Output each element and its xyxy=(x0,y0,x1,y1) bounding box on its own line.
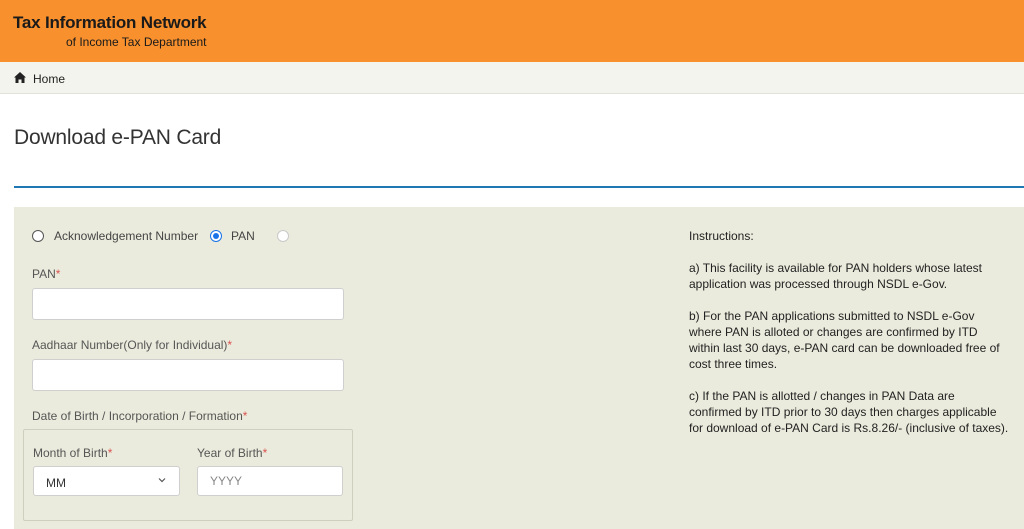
year-of-birth-input[interactable] xyxy=(197,466,343,496)
radio-third-option[interactable] xyxy=(277,230,289,242)
site-header: Tax Information Network of Income Tax De… xyxy=(0,0,1024,62)
brand-title[interactable]: Tax Information Network xyxy=(13,13,207,33)
radio-pan[interactable] xyxy=(210,230,222,242)
breadcrumb-home-link[interactable]: Home xyxy=(33,72,65,86)
brand-subtitle: of Income Tax Department xyxy=(66,35,207,49)
aadhaar-label: Aadhaar Number(Only for Individual)* xyxy=(32,338,233,352)
aadhaar-input[interactable] xyxy=(32,359,344,391)
month-of-birth-select[interactable]: MM xyxy=(33,466,180,496)
dob-label: Date of Birth / Incorporation / Formatio… xyxy=(32,409,248,423)
instruction-item: c) If the PAN is allotted / changes in P… xyxy=(689,389,1009,435)
home-icon[interactable] xyxy=(14,72,26,83)
form-panel: Acknowledgement Number PAN PAN* Aadhaar … xyxy=(14,207,1024,529)
breadcrumb: Home xyxy=(0,62,1024,94)
instructions-heading: Instructions: xyxy=(689,229,754,243)
title-divider xyxy=(14,186,1024,188)
radio-label-pan[interactable]: PAN xyxy=(231,229,255,243)
month-selected-value: MM xyxy=(46,476,66,490)
dob-group: Month of Birth* MM Year of Birth* xyxy=(23,429,353,521)
page-title: Download e-PAN Card xyxy=(14,126,222,149)
instruction-item: b) For the PAN applications submitted to… xyxy=(689,309,1000,371)
instruction-item: a) This facility is available for PAN ho… xyxy=(689,261,983,291)
radio-acknowledgement-number[interactable] xyxy=(32,230,44,242)
year-of-birth-label: Year of Birth* xyxy=(197,446,268,460)
pan-input[interactable] xyxy=(32,288,344,320)
instructions-panel: Instructions: a) This facility is availa… xyxy=(689,228,1009,452)
chevron-down-icon xyxy=(158,478,166,483)
pan-label: PAN* xyxy=(32,267,61,281)
radio-label-acknowledgement-number[interactable]: Acknowledgement Number xyxy=(54,229,198,243)
month-of-birth-label: Month of Birth* xyxy=(33,446,113,460)
